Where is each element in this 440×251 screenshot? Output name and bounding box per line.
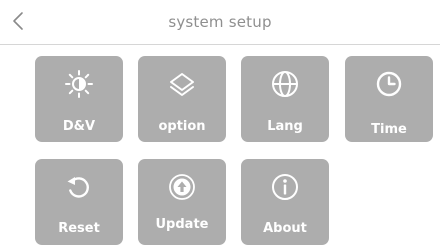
system-setup-screen: system setup D&V option Lang Time Reset … [0,0,440,251]
header-divider [0,44,440,45]
about-button[interactable]: About [241,159,329,245]
info-icon [272,174,298,200]
reset-icon [67,177,89,198]
option-label: option [158,119,206,134]
header: system setup [0,0,440,44]
reset-button[interactable]: Reset [35,159,123,245]
reset-label: Reset [58,221,100,236]
time-label: Time [371,122,407,137]
time-button[interactable]: Time [345,56,433,142]
lang-label: Lang [267,119,303,134]
brightness-icon [65,70,93,98]
dv-label: D&V [62,119,96,134]
about-label: About [263,221,307,236]
clock-icon [376,71,402,97]
lang-button[interactable]: Lang [241,56,329,142]
update-label: Update [155,217,209,232]
dv-button[interactable]: D&V [35,56,123,142]
option-button[interactable]: option [138,56,226,142]
update-button[interactable]: Update [138,159,226,245]
layers-icon [170,73,194,96]
upload-icon [169,174,195,200]
globe-icon [272,71,298,97]
page-title: system setup [168,13,272,31]
